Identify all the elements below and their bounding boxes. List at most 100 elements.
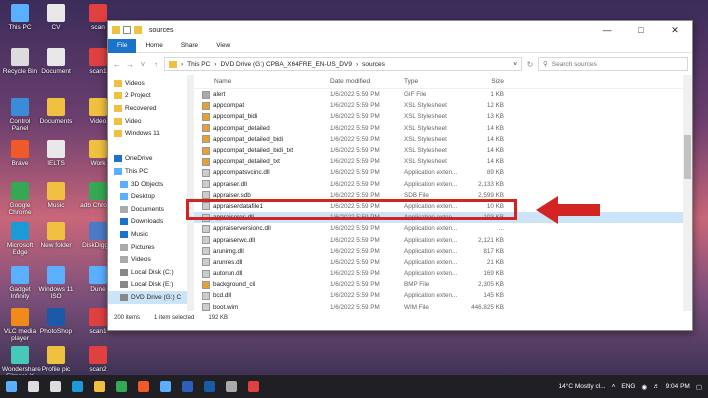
nav-item[interactable]: Videos	[108, 253, 187, 266]
column-date-modified[interactable]: Date modified	[330, 78, 404, 85]
breadcrumb-dvd-drive[interactable]: DVD Drive (G:) CPBA_X64FRE_EN-US_DV9	[220, 61, 351, 68]
file-name-cell: appcompat_detailed_bidi	[194, 135, 330, 144]
taskbar-app-icon[interactable]	[242, 375, 264, 398]
tab-file[interactable]: File	[108, 38, 137, 53]
taskbar-store-icon[interactable]	[154, 375, 176, 398]
desktop-icon[interactable]: Music	[38, 182, 74, 209]
file-row[interactable]: boot.wim 1/6/2022 5:59 PM WIM File 446,825 …	[194, 302, 692, 311]
nav-item[interactable]: Downloads	[108, 216, 187, 229]
column-type[interactable]: Type	[404, 78, 466, 85]
wifi-icon[interactable]: ◉	[641, 383, 647, 391]
minimize-button[interactable]: —	[590, 25, 624, 36]
chevron-up-icon[interactable]: ˄	[612, 383, 616, 390]
tab-view[interactable]: View	[207, 42, 239, 49]
chevron-down-icon[interactable]: ˅	[513, 61, 517, 68]
desktop-icon[interactable]: Control Panel	[2, 98, 38, 132]
taskbar-photoshop-icon[interactable]	[198, 375, 220, 398]
file-row[interactable]: appcompat_bidi 1/6/2022 5:59 PM XSL Styles…	[194, 111, 692, 122]
language-indicator[interactable]: ENG	[621, 383, 635, 390]
desktop-icon[interactable]: Brave	[2, 140, 38, 167]
back-button[interactable]: ←	[112, 60, 122, 69]
file-row[interactable]: appcompatsvcinc.dll 1/6/2022 5:59 PM Appli…	[194, 167, 692, 178]
column-name[interactable]: Name	[194, 78, 330, 85]
desktop-icon[interactable]: Google Chrome	[2, 182, 38, 216]
desktop-icon[interactable]: Windows 11 ISO	[38, 266, 74, 300]
file-row[interactable]: appcompat_detailed_bidi_txt 1/6/2022 5:59…	[194, 145, 692, 156]
nav-item[interactable]: Windows 11	[108, 127, 187, 140]
weather-widget[interactable]: 14°C Mostly cl...	[559, 383, 606, 390]
desktop-icon[interactable]: This PC	[2, 4, 38, 31]
file-row[interactable]: appraiserversionc.dll 1/6/2022 5:59 PM App…	[194, 223, 692, 234]
taskbar-task-view-icon[interactable]	[44, 375, 66, 398]
volume-icon[interactable]: ♬	[653, 383, 660, 390]
desktop-icon[interactable]: Gadget Infinity	[2, 266, 38, 300]
notification-icon[interactable]: ▢	[696, 383, 702, 391]
file-row[interactable]: autorun.dll 1/6/2022 5:59 PM Application e…	[194, 268, 692, 279]
nav-item[interactable]: This PC	[108, 165, 187, 178]
taskbar-search-icon[interactable]	[22, 375, 44, 398]
nav-item[interactable]: Local Disk (C:)	[108, 266, 187, 279]
taskbar-edge-icon[interactable]	[66, 375, 88, 398]
desktop-icon[interactable]: New folder	[38, 222, 74, 249]
nav-item[interactable]: Music	[108, 228, 187, 241]
taskbar-word-icon[interactable]	[176, 375, 198, 398]
refresh-button[interactable]: ↻	[525, 60, 535, 69]
forward-button[interactable]: →	[125, 60, 135, 69]
breadcrumb-this-pc[interactable]: This PC	[187, 61, 210, 68]
up-button[interactable]: ↑	[151, 60, 161, 69]
file-row[interactable]: appcompat_detailed_txt 1/6/2022 5:59 PM XS…	[194, 156, 692, 167]
desktop-icon[interactable]: Profile pic	[38, 346, 74, 373]
nav-item[interactable]: DVD Drive (G:) C	[108, 291, 187, 304]
desktop-icon[interactable]: Documents	[38, 98, 74, 125]
clock[interactable]: 9:04 PM	[666, 383, 690, 390]
vertical-scrollbar[interactable]	[683, 75, 692, 311]
column-size[interactable]: Size	[466, 78, 504, 85]
nav-item[interactable]: Local Disk (E:)	[108, 279, 187, 292]
nav-item[interactable]: Documents	[108, 203, 187, 216]
file-row[interactable]: background_cli 1/6/2022 5:59 PM BMP File 2,…	[194, 279, 692, 290]
file-row[interactable]: arunres.dll 1/6/2022 5:59 PM Application e…	[194, 257, 692, 268]
desktop-icon[interactable]: PhotoShop	[38, 308, 74, 335]
nav-item[interactable]: Pictures	[108, 241, 187, 254]
taskbar-chrome-icon[interactable]	[110, 375, 132, 398]
desktop-icon[interactable]: Document	[38, 48, 74, 75]
file-row[interactable]: alert 1/6/2022 5:59 PM GIF File 1 KB	[194, 89, 692, 100]
nav-item[interactable]: OneDrive	[108, 153, 187, 166]
recent-dropdown-button[interactable]: ˅	[138, 60, 148, 69]
taskbar-file-explorer-icon[interactable]	[88, 375, 110, 398]
taskbar-settings-icon[interactable]	[220, 375, 242, 398]
desktop-icon[interactable]: scan2	[80, 346, 116, 373]
desktop-icon[interactable]: CV	[38, 4, 74, 31]
close-button[interactable]: ✕	[658, 25, 692, 36]
desktop-icon[interactable]: Recycle Bin	[2, 48, 38, 75]
nav-item[interactable]: Video	[108, 115, 187, 128]
desktop-icon[interactable]: Microsoft Edge	[2, 222, 38, 256]
taskbar-start-icon[interactable]	[0, 375, 22, 398]
nav-item[interactable]: 3D Objects	[108, 178, 187, 191]
breadcrumb-sources[interactable]: sources	[362, 61, 385, 68]
desktop-icon[interactable]: VLC media player	[2, 308, 38, 342]
file-row[interactable]: appcompat_detailed_bidi 1/6/2022 5:59 PM X…	[194, 134, 692, 145]
file-row[interactable]: appcompat_detailed 1/6/2022 5:59 PM XSL St…	[194, 123, 692, 134]
file-row[interactable]: arunimg.dll 1/6/2022 5:59 PM Application e…	[194, 246, 692, 257]
nav-item[interactable]: Desktop	[108, 190, 187, 203]
tab-home[interactable]: Home	[136, 42, 171, 49]
nav-item[interactable]: 2 Project	[108, 90, 187, 103]
search-input[interactable]: ⚲ Search sources	[538, 57, 688, 71]
taskbar-brave-icon[interactable]	[132, 375, 154, 398]
nav-item[interactable]: Videos	[108, 77, 187, 90]
desktop-icon[interactable]: IELTS	[38, 140, 74, 167]
nav-item[interactable]: Recovered	[108, 102, 187, 115]
file-name-cell: appcompat_detailed	[194, 124, 330, 133]
tab-share[interactable]: Share	[172, 42, 207, 49]
checkbox-icon[interactable]	[123, 26, 131, 34]
file-size: 12 KB	[486, 102, 504, 110]
app-icon	[47, 308, 65, 326]
address-bar[interactable]: › This PC › DVD Drive (G:) CPBA_X64FRE_E…	[164, 57, 522, 71]
maximize-button[interactable]: □	[624, 25, 658, 36]
file-row[interactable]: appraiserwc.dll 1/6/2022 5:59 PM Applicati…	[194, 234, 692, 245]
file-row[interactable]: appcompat 1/6/2022 5:59 PM XSL Stylesheet 1…	[194, 100, 692, 111]
file-row[interactable]: bcd.dll 1/6/2022 5:59 PM Application exten…	[194, 290, 692, 301]
file-row[interactable]: appraiser.dll 1/6/2022 5:59 PM Application…	[194, 179, 692, 190]
scrollbar-thumb[interactable]	[684, 135, 691, 179]
